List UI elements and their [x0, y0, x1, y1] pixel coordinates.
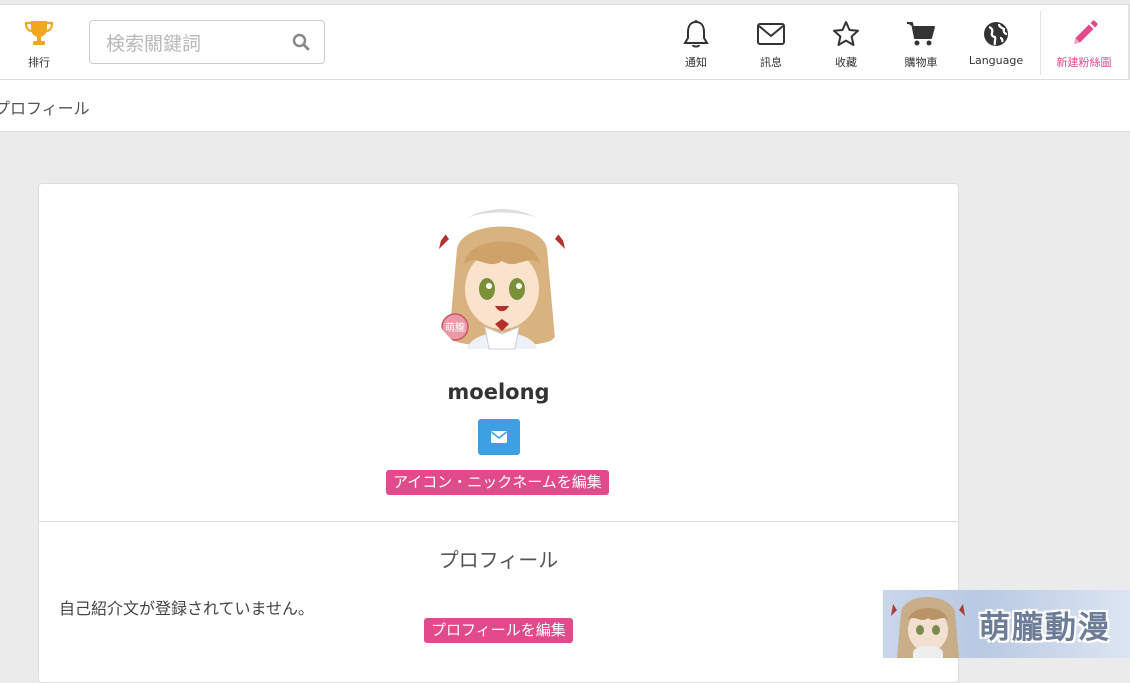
- nav-notify-label: 通知: [685, 56, 707, 69]
- bio-text: 自己紹介文が登録されていません。: [59, 599, 315, 618]
- nav-new-fanart[interactable]: 新建粉絲圖: [1049, 19, 1119, 70]
- send-message-button[interactable]: [478, 419, 520, 455]
- profile-card: 萌朧 moelong アイコン・ニックネームを編集 プロフィール 自己紹介文が登…: [38, 183, 959, 683]
- nav-language-label: Language: [968, 54, 1024, 67]
- nav-cart-label: 購物車: [904, 56, 938, 69]
- mascot-icon: [891, 597, 965, 658]
- trophy-icon: [24, 21, 54, 45]
- edit-profile-button[interactable]: プロフィールを編集: [424, 618, 573, 643]
- envelope-icon: [757, 23, 785, 45]
- nav-notify[interactable]: 通知: [661, 19, 731, 70]
- nav-message-label: 訊息: [760, 56, 782, 69]
- profile-section-title: プロフィール: [438, 548, 559, 572]
- bell-icon: [683, 20, 709, 48]
- envelope-icon: [491, 431, 507, 443]
- cart-icon: [907, 22, 935, 46]
- avatar-badge: 萌朧: [445, 321, 465, 334]
- section-divider: [39, 521, 958, 522]
- top-navbar: 排行 通知 訊息 收藏 購物車 Language 新建粉絲圖: [0, 4, 1130, 81]
- globe-icon: [984, 22, 1008, 46]
- site-logo-banner[interactable]: 萌朧動漫: [883, 590, 1130, 658]
- nav-ranking-label: 排行: [28, 56, 50, 69]
- breadcrumb: プロフィール: [0, 99, 90, 118]
- edit-icon-nickname-button[interactable]: アイコン・ニックネームを編集: [386, 470, 609, 495]
- nav-cart[interactable]: 購物車: [886, 19, 956, 70]
- nav-favorite[interactable]: 收藏: [811, 19, 881, 70]
- pencil-icon: [1074, 20, 1098, 44]
- banner-text: 萌朧動漫: [979, 610, 1111, 646]
- breadcrumb-bar: プロフィール: [0, 80, 1130, 132]
- search-input[interactable]: [104, 31, 288, 57]
- nav-new-fanart-label: 新建粉絲圖: [1056, 56, 1112, 69]
- nav-message[interactable]: 訊息: [736, 19, 806, 70]
- nav-divider: [1040, 11, 1041, 75]
- search-box: [89, 20, 325, 64]
- search-icon[interactable]: [292, 33, 310, 55]
- avatar[interactable]: 萌朧: [427, 209, 577, 359]
- nav-language[interactable]: Language: [961, 19, 1031, 67]
- nav-favorite-label: 收藏: [835, 56, 857, 69]
- username: moelong: [447, 380, 550, 404]
- star-icon: [833, 21, 859, 46]
- nav-ranking[interactable]: 排行: [18, 19, 60, 70]
- avatar-image: 萌朧: [427, 209, 577, 359]
